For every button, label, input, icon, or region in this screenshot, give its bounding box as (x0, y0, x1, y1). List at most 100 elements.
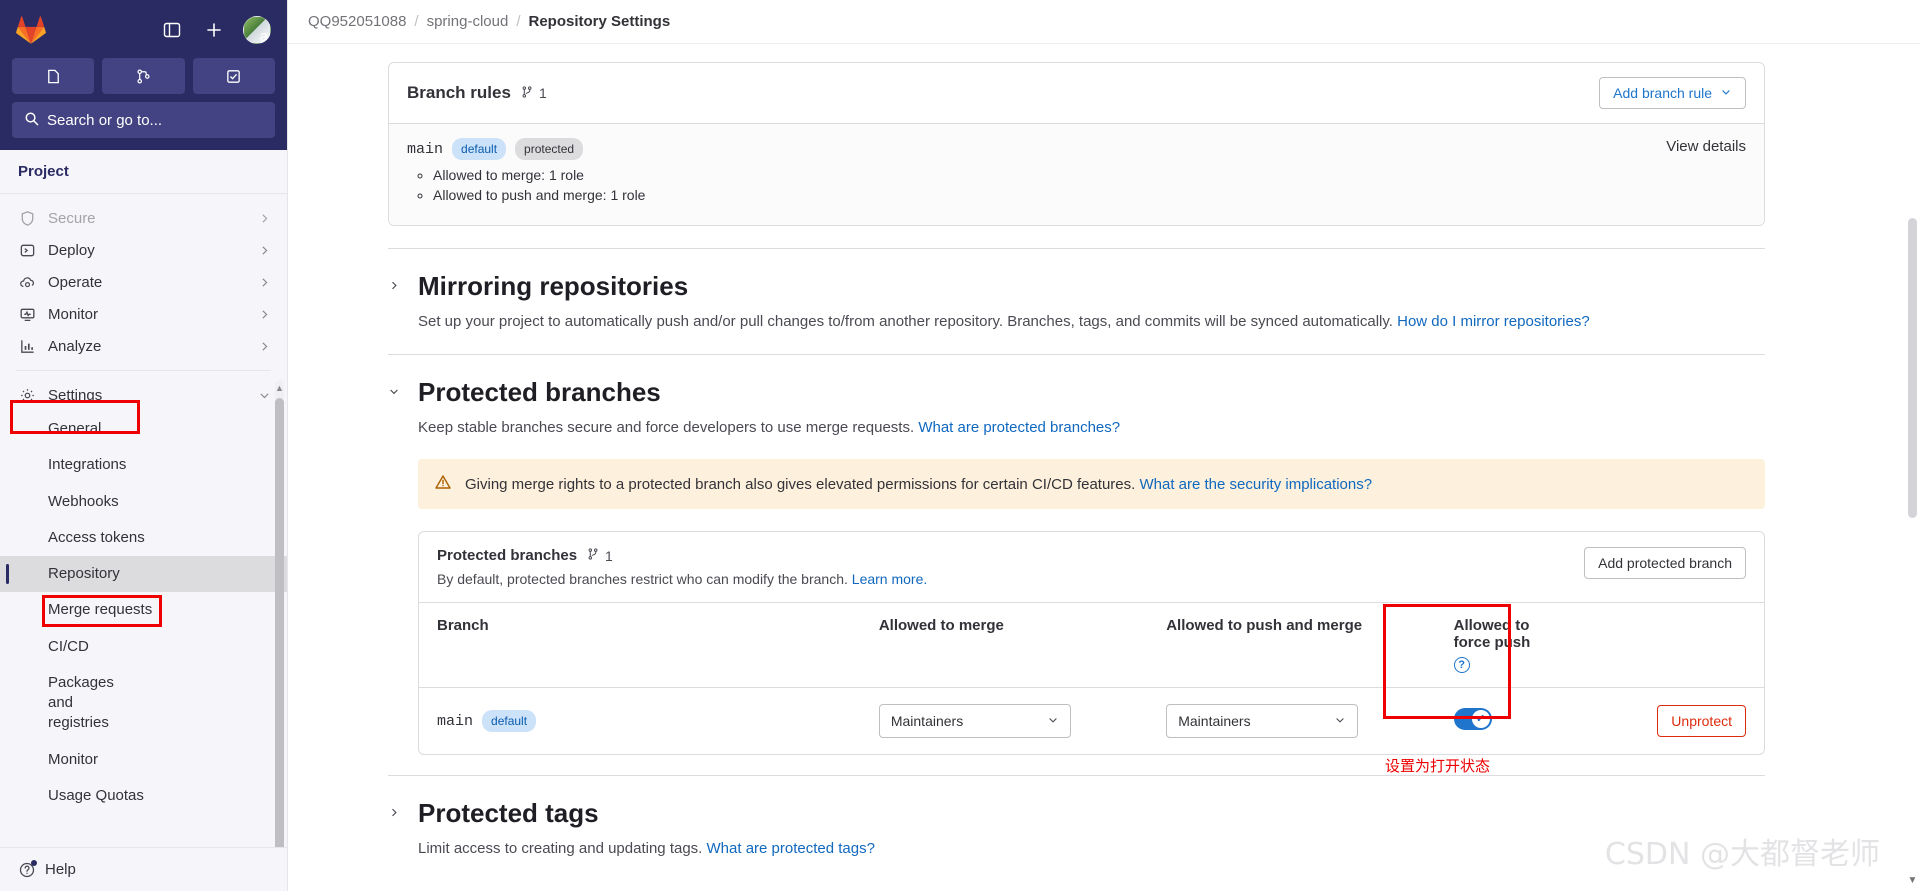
branch-icon (520, 85, 534, 102)
search-icon (24, 111, 39, 130)
protected-branches-help-link[interactable]: What are protected branches? (918, 419, 1120, 436)
mirroring-body: Mirroring repositories Set up your proje… (418, 271, 1590, 334)
add-branch-rule-button[interactable]: Add branch rule (1599, 77, 1746, 109)
scroll-up-arrow-icon[interactable]: ▲ (275, 380, 284, 396)
sidebar-item-packages-and-registries[interactable]: Packages and registries (0, 665, 150, 742)
merge-request-icon[interactable] (102, 58, 185, 94)
sidebar-item-settings[interactable]: Settings (0, 379, 287, 411)
sidebar-item-analyze[interactable]: Analyze (0, 330, 287, 362)
protected-branches-card-title: Protected branches (437, 547, 578, 564)
breadcrumb-namespace[interactable]: QQ952051088 (308, 13, 406, 30)
mirroring-help-link[interactable]: How do I mirror repositories? (1397, 313, 1590, 330)
protected-tags-body: Protected tags Limit access to creating … (418, 798, 875, 861)
sidebar-item-label: Analyze (48, 337, 102, 355)
protected-tags-section: Protected tags Limit access to creating … (388, 775, 1765, 881)
unprotect-button[interactable]: Unprotect (1657, 705, 1746, 737)
protected-branches-card-title-group: Protected branches 1 By default, protect… (437, 547, 927, 587)
sidebar-item-merge-requests[interactable]: Merge requests (0, 592, 287, 628)
row-badge-default: default (482, 710, 537, 732)
sidebar-item-monitor[interactable]: Monitor (0, 298, 287, 330)
protected-branches-card: Protected branches 1 By default, protect… (418, 531, 1765, 755)
help-button[interactable]: Help (0, 847, 287, 891)
todo-icon[interactable] (192, 58, 275, 94)
main-content: QQ952051088 / spring-cloud / Repository … (288, 0, 1920, 891)
sidebar-item-label: Secure (48, 209, 96, 227)
allowed-to-push-and-merge-select[interactable]: Maintainers (1166, 704, 1359, 738)
cell-allowed-to-merge: Maintainers (878, 687, 1167, 754)
breadcrumb-project[interactable]: spring-cloud (427, 13, 509, 30)
header-allowed-to-merge: Allowed to merge (878, 602, 1167, 688)
force-push-help-icon[interactable]: ? (1453, 657, 1470, 673)
mirroring-header: Mirroring repositories Set up your proje… (388, 271, 1765, 334)
add-protected-branch-button[interactable]: Add protected branch (1584, 547, 1746, 579)
cell-allowed-to-push-and-merge: Maintainers (1166, 687, 1454, 754)
search-placeholder-text: Search or go to... (47, 111, 163, 129)
help-notification-dot (31, 859, 37, 866)
force-push-toggle[interactable]: ✓ (1453, 707, 1492, 730)
sidebar-item-cicd[interactable]: CI/CD (0, 629, 287, 665)
breadcrumb-current[interactable]: Repository Settings (528, 13, 670, 30)
sidebar-item-webhooks[interactable]: Webhooks (0, 484, 287, 520)
cell-allowed-to-force-push: ✓ (1453, 687, 1569, 754)
protected-branches-section: Protected branches Keep stable branches … (388, 353, 1765, 776)
protected-branches-card-description-text: By default, protected branches restrict … (437, 571, 848, 587)
issues-icon[interactable] (12, 58, 95, 94)
main-scrollbar[interactable]: ▼ (1908, 88, 1917, 891)
branch-rule-permissions: Allowed to merge: 1 role Allowed to push… (407, 167, 645, 203)
sidebar-item-secure[interactable]: Secure (0, 202, 287, 234)
sidebar-item-operate[interactable]: Operate (0, 266, 287, 298)
header-allowed-to-force-push-label: Allowed to force push (1453, 617, 1531, 651)
protected-tags-help-link[interactable]: What are protected tags? (707, 840, 875, 857)
chevron-down-icon (1334, 713, 1346, 729)
chevron-right-icon (258, 308, 271, 321)
main-scroll-down-arrow-icon[interactable]: ▼ (1908, 873, 1918, 887)
sidebar-top-row (12, 10, 275, 50)
protected-branches-table: Branch Allowed to merge Allowed to push … (419, 602, 1764, 754)
sidebar-item-integrations[interactable]: Integrations (0, 447, 287, 483)
toggle-sidebar-icon[interactable] (159, 17, 185, 43)
create-new-icon[interactable] (201, 17, 227, 43)
branch-rules-header: Branch rules 1 Add branch rule (389, 63, 1764, 124)
badge-protected: protected (515, 138, 584, 160)
settings-content: Branch rules 1 Add branch rule main defa… (288, 44, 1920, 891)
allowed-to-merge-select[interactable]: Maintainers (878, 704, 1071, 738)
sidebar-header-actions (159, 16, 271, 44)
warning-triangle-icon (434, 473, 452, 495)
protected-tags-description-text: Limit access to creating and updating ta… (418, 840, 703, 857)
protected-branches-body: Protected branches Keep stable branches … (418, 377, 1765, 755)
branch-rules-title-group: Branch rules 1 (407, 83, 547, 103)
sidebar-item-usage-quotas[interactable]: Usage Quotas (0, 778, 287, 814)
sidebar-item-general[interactable]: General (0, 411, 287, 447)
learn-more-link[interactable]: Learn more. (852, 571, 927, 587)
main-scrollbar-thumb[interactable] (1908, 218, 1917, 518)
protected-branches-count-value: 1 (605, 547, 613, 564)
sidebar-item-deploy[interactable]: Deploy (0, 234, 287, 266)
chevron-down-icon[interactable] (388, 384, 400, 399)
protected-branches-count: 1 (586, 547, 613, 564)
chevron-down-icon (258, 389, 271, 402)
user-avatar[interactable] (243, 16, 271, 44)
gitlab-logo-icon[interactable] (16, 15, 46, 45)
sidebar-item-monitor-sub[interactable]: Monitor (0, 742, 287, 778)
branch-rule-name-row: main default protected (407, 138, 645, 160)
deploy-icon (18, 241, 36, 259)
sidebar-item-access-tokens[interactable]: Access tokens (0, 520, 287, 556)
sidebar-scrollbar[interactable]: ▲ ▼ (275, 380, 284, 847)
search-input[interactable]: Search or go to... (12, 102, 275, 138)
chevron-right-icon[interactable] (388, 805, 400, 820)
scrollbar-thumb[interactable] (275, 398, 284, 847)
branch-icon (586, 547, 600, 564)
header-allowed-to-force-push: Allowed to force push ? (1453, 602, 1569, 688)
alert-link[interactable]: What are the security implications? (1139, 476, 1372, 493)
sidebar-item-label: Deploy (48, 241, 95, 259)
annotation-note-force-push: 设置为打开状态 (1385, 757, 1491, 775)
chevron-right-icon[interactable] (388, 278, 400, 293)
sidebar-item-label: Settings (48, 386, 103, 404)
breadcrumb-separator: / (414, 13, 419, 30)
help-icon (18, 859, 37, 879)
view-details-link[interactable]: View details (1666, 138, 1746, 155)
chevron-down-icon (1047, 713, 1059, 729)
branch-rule-entry: main default protected Allowed to merge:… (407, 138, 1746, 207)
sidebar-item-repository[interactable]: Repository (0, 556, 287, 593)
add-branch-rule-label: Add branch rule (1613, 85, 1712, 101)
